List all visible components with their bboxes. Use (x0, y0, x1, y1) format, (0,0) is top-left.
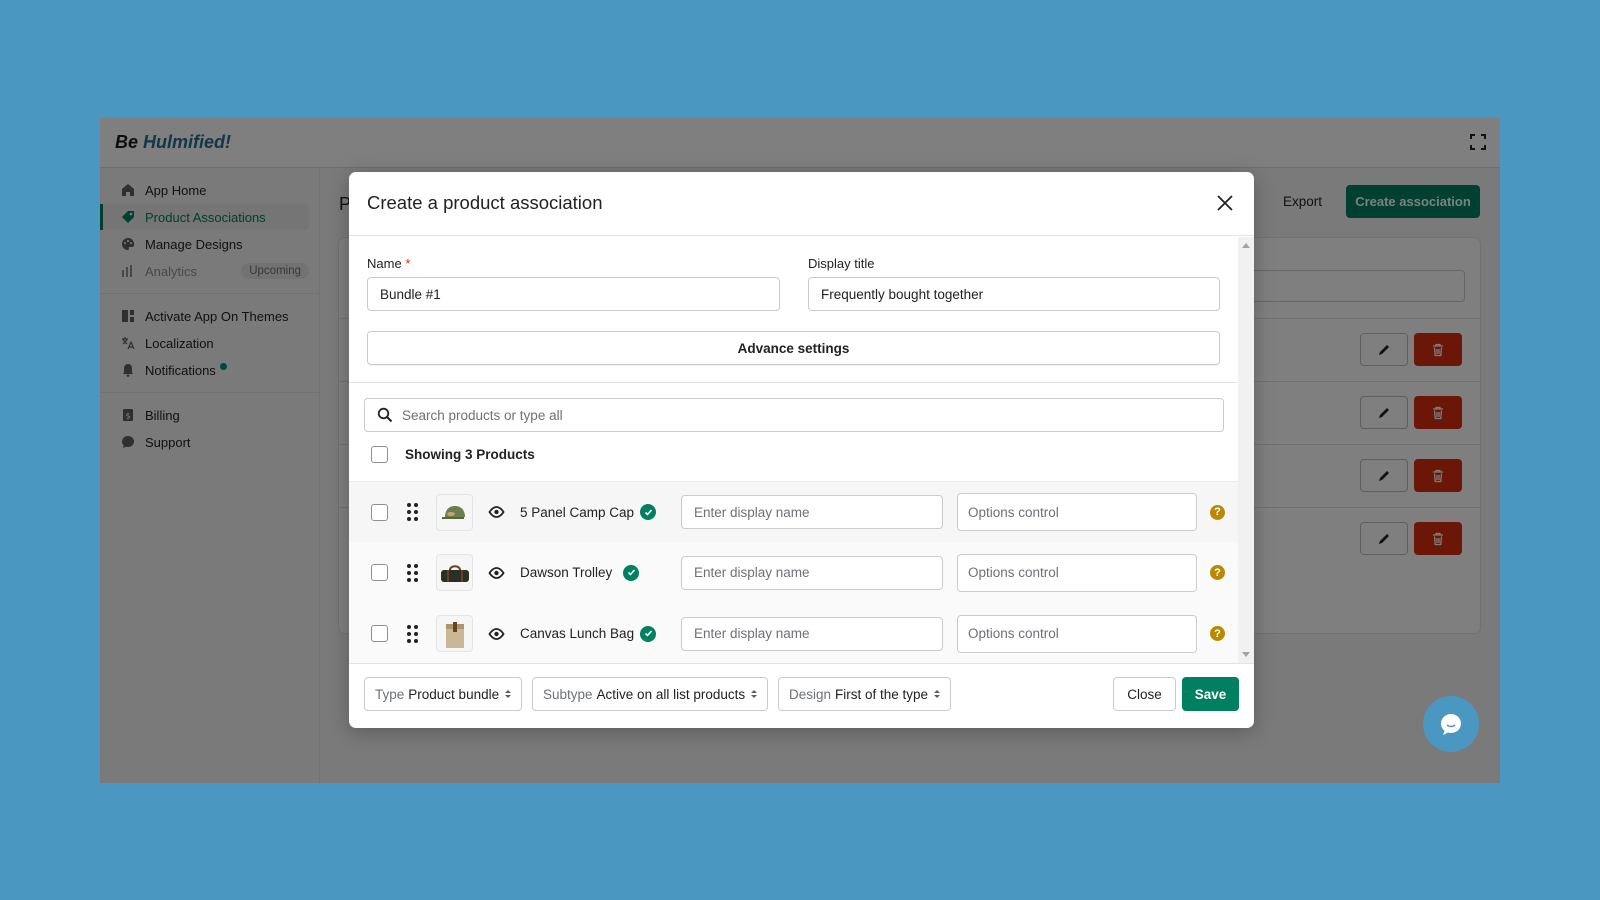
chat-widget-button[interactable] (1423, 696, 1479, 752)
close-button[interactable]: Close (1113, 677, 1176, 711)
select-arrows-icon (934, 690, 941, 698)
create-association-modal: Create a product association Name * Bund… (349, 172, 1254, 728)
drag-handle-icon[interactable] (407, 563, 418, 582)
advance-settings-button[interactable]: Advance settings (367, 331, 1220, 365)
name-input-value: Bundle #1 (380, 286, 441, 302)
required-marker: * (405, 256, 411, 271)
options-control-input[interactable]: Options control (957, 553, 1197, 592)
product-checkbox[interactable] (371, 564, 388, 581)
display-name-input[interactable]: Enter display name (681, 495, 943, 529)
eye-icon[interactable] (488, 506, 505, 518)
select-arrows-icon (505, 690, 512, 698)
lunch-bag-image (445, 621, 464, 648)
options-control-input[interactable]: Options control (957, 493, 1197, 531)
section-divider (349, 382, 1238, 383)
select-all-row: Showing 3 Products (371, 446, 535, 463)
active-check-icon (640, 504, 656, 520)
help-icon[interactable]: ? (1210, 626, 1225, 641)
product-thumbnail (436, 493, 473, 531)
product-thumbnail (436, 615, 473, 652)
display-title-label: Display title (808, 256, 875, 271)
display-title-input[interactable]: Frequently bought together (808, 277, 1220, 311)
product-row: Dawson Trolley Enter display name Option… (349, 542, 1238, 603)
active-check-icon (623, 564, 639, 581)
chat-bubble-icon (1441, 714, 1461, 735)
modal-scrollbar[interactable] (1238, 237, 1254, 663)
product-row: Canvas Lunch Bag Enter display name Opti… (349, 603, 1238, 663)
name-label: Name * (367, 256, 411, 271)
modal-header: Create a product association (349, 172, 1254, 236)
display-name-input[interactable]: Enter display name (681, 616, 943, 651)
showing-count-label: Showing 3 Products (405, 447, 535, 462)
scroll-up-arrow-icon[interactable] (1242, 243, 1250, 248)
modal-title: Create a product association (367, 192, 603, 213)
design-select[interactable]: Design First of the type (778, 677, 952, 711)
modal-body: Name * Bundle #1 Display title Frequentl… (349, 237, 1238, 663)
product-checkbox[interactable] (371, 625, 388, 642)
drag-handle-icon[interactable] (407, 503, 418, 521)
eye-icon[interactable] (488, 627, 505, 640)
subtype-select[interactable]: Subtype Active on all list products (532, 677, 769, 711)
duffel-bag-image (440, 564, 469, 582)
help-icon[interactable]: ? (1210, 504, 1225, 520)
active-check-icon (640, 625, 656, 642)
product-search-input[interactable]: Search products or type all (364, 398, 1224, 432)
type-select[interactable]: Type Product bundle (364, 677, 523, 711)
close-icon[interactable] (1214, 192, 1236, 214)
save-button[interactable]: Save (1182, 677, 1239, 711)
search-placeholder: Search products or type all (402, 407, 563, 423)
product-name: Canvas Lunch Bag (520, 626, 635, 641)
product-name: 5 Panel Camp Cap (520, 504, 635, 520)
modal-footer: Type Product bundle Subtype Active on al… (349, 663, 1254, 728)
help-icon[interactable]: ? (1210, 565, 1225, 580)
product-name: Dawson Trolley (520, 565, 613, 580)
scroll-down-arrow-icon[interactable] (1242, 652, 1250, 657)
name-input[interactable]: Bundle #1 (367, 277, 780, 311)
select-arrows-icon (751, 690, 758, 698)
display-name-input[interactable]: Enter display name (681, 555, 943, 590)
select-all-checkbox[interactable] (371, 446, 388, 463)
product-checkbox[interactable] (371, 503, 388, 521)
product-thumbnail (436, 554, 473, 591)
search-icon (377, 407, 393, 423)
eye-icon[interactable] (488, 566, 505, 579)
product-row: 5 Panel Camp Cap Enter display name Opti… (349, 481, 1238, 542)
options-control-input[interactable]: Options control (957, 614, 1197, 653)
drag-handle-icon[interactable] (407, 624, 418, 643)
display-title-value: Frequently bought together (821, 286, 984, 302)
cap-image (441, 506, 465, 519)
